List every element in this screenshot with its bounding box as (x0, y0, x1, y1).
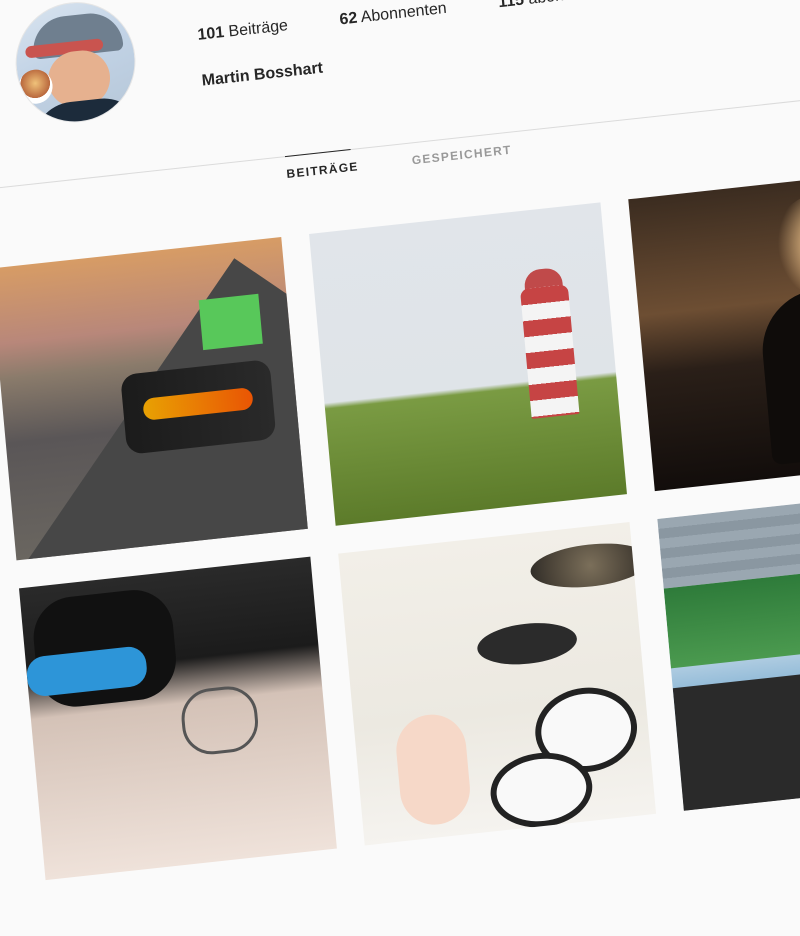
child-silhouette-shape (757, 282, 800, 466)
profile-username: mabosshart (192, 0, 353, 5)
post-image-tattoo (19, 557, 337, 880)
boat-deck-shape (672, 656, 800, 811)
sun-glow-shape (763, 178, 800, 305)
roof-shape (657, 487, 800, 589)
cymbal-shape-2 (475, 618, 579, 670)
post-image-drums (338, 522, 656, 845)
stat-posts-count: 101 (196, 24, 225, 44)
post-tile-6[interactable] (657, 487, 800, 811)
tab-saved[interactable]: GESPEICHERT (411, 143, 512, 168)
baby-shape (393, 711, 473, 829)
post-image-lighthouse (309, 202, 627, 525)
tab-posts[interactable]: BEITRÄGE (286, 159, 359, 181)
cymbal-shape (528, 538, 652, 593)
profile-page: mabosshart 101 Beiträge 62 Abonnenten 11… (0, 0, 800, 936)
post-tile-1[interactable] (0, 236, 308, 561)
stat-posts: 101 Beiträge (197, 17, 289, 45)
stat-following[interactable]: 115 abonniert (498, 0, 596, 12)
post-image-silhouette (628, 168, 800, 491)
post-tile-3[interactable] (628, 167, 800, 492)
post-tile-2[interactable] (309, 202, 627, 526)
posts-grid (0, 167, 800, 881)
stat-posts-label: Beiträge (227, 17, 289, 41)
stat-followers-count: 62 (338, 9, 359, 29)
stat-following-label: abonniert (528, 0, 596, 8)
post-tile-4[interactable] (19, 556, 337, 881)
post-tile-5[interactable] (338, 521, 657, 846)
stat-followers[interactable]: 62 Abonnenten (339, 0, 448, 29)
stat-following-count: 115 (497, 0, 525, 12)
profile-full-name: Martin Bosshart (201, 59, 324, 90)
block-shape (198, 293, 263, 351)
avatar[interactable] (10, 0, 141, 129)
stat-followers-label: Abonnenten (360, 0, 448, 27)
post-image-toy-van (0, 237, 308, 561)
tattoo-heart-shape (179, 683, 261, 758)
avatar-shirt-shape (30, 94, 141, 129)
lighthouse-body-shape (519, 284, 580, 419)
profile-stats: 101 Beiträge 62 Abonnenten 115 abonniert (197, 0, 596, 45)
post-image-boat (657, 487, 800, 811)
